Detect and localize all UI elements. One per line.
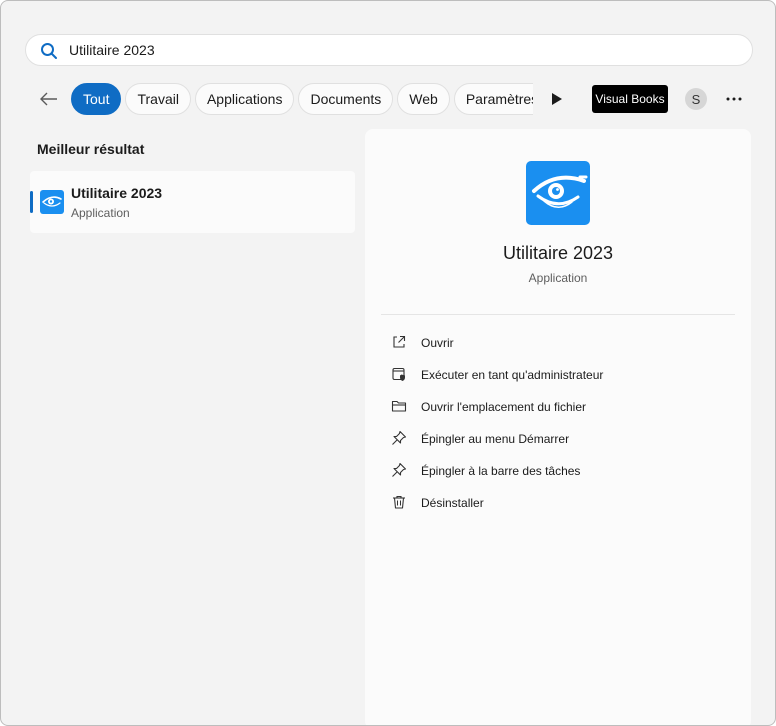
filter-chip-all[interactable]: Tout — [71, 83, 122, 115]
open-external-icon — [393, 335, 406, 348]
more-options-icon[interactable] — [723, 89, 745, 109]
search-window: ToutTravailApplicationsDocumentsWebParam… — [0, 0, 776, 726]
preview-panel: Utilitaire 2023 Application Ouvrir Exécu… — [365, 129, 751, 725]
action-open-file-location[interactable]: Ouvrir l'emplacement du fichier — [381, 391, 735, 423]
action-run-as-admin[interactable]: Exécuter en tant qu'administrateur — [381, 359, 735, 391]
filter-chip-web[interactable]: Web — [397, 83, 450, 115]
result-name: Utilitaire 2023 — [71, 185, 163, 201]
action-open[interactable]: Ouvrir — [381, 327, 735, 359]
action-pin-to-start[interactable]: Épingler au menu Démarrer — [381, 423, 735, 455]
action-label: Désinstaller — [421, 496, 484, 510]
action-label: Ouvrir — [421, 336, 454, 350]
divider — [381, 314, 735, 315]
preview-app-subtitle: Application — [528, 271, 588, 285]
play-icon[interactable] — [550, 91, 564, 107]
search-input[interactable] — [69, 35, 709, 65]
action-label: Exécuter en tant qu'administrateur — [421, 368, 604, 382]
folder-icon — [391, 400, 407, 412]
visual-books-button[interactable]: Visual Books — [592, 85, 668, 113]
arrow-left-icon — [40, 92, 57, 106]
trash-icon — [393, 495, 405, 509]
pin-icon — [392, 430, 407, 445]
search-icon — [41, 43, 57, 59]
app-eye-icon — [40, 190, 64, 214]
filter-chip-documents[interactable]: Documents — [298, 83, 394, 115]
preview-app-title: Utilitaire 2023 — [502, 243, 614, 263]
avatar[interactable]: S — [685, 88, 707, 110]
best-match-heading: Meilleur résultat — [37, 141, 145, 157]
result-type: Application — [71, 206, 130, 220]
action-list: Ouvrir Exécuter en tant qu'administrateu… — [381, 327, 735, 519]
action-uninstall[interactable]: Désinstaller — [381, 487, 735, 519]
filter-chip-apps[interactable]: Applications — [194, 83, 295, 115]
best-match-result[interactable]: Utilitaire 2023 Application — [30, 171, 355, 233]
pin-icon — [392, 462, 407, 477]
action-pin-to-taskbar[interactable]: Épingler à la barre des tâches — [381, 455, 735, 487]
back-button[interactable] — [37, 87, 61, 111]
action-label: Épingler à la barre des tâches — [421, 464, 581, 478]
app-eye-icon — [526, 161, 590, 225]
action-label: Épingler au menu Démarrer — [421, 432, 570, 446]
filter-chip-settings[interactable]: Paramètres — [453, 83, 533, 115]
filter-chips: Tout Travail Applications Documents Web Param… — [71, 83, 533, 115]
filter-chip-work[interactable]: Travail — [125, 83, 191, 115]
action-label: Ouvrir l'emplacement du fichier — [421, 400, 587, 414]
admin-shield-icon — [392, 367, 405, 381]
search-box[interactable] — [25, 34, 753, 66]
selection-indicator — [30, 191, 33, 213]
